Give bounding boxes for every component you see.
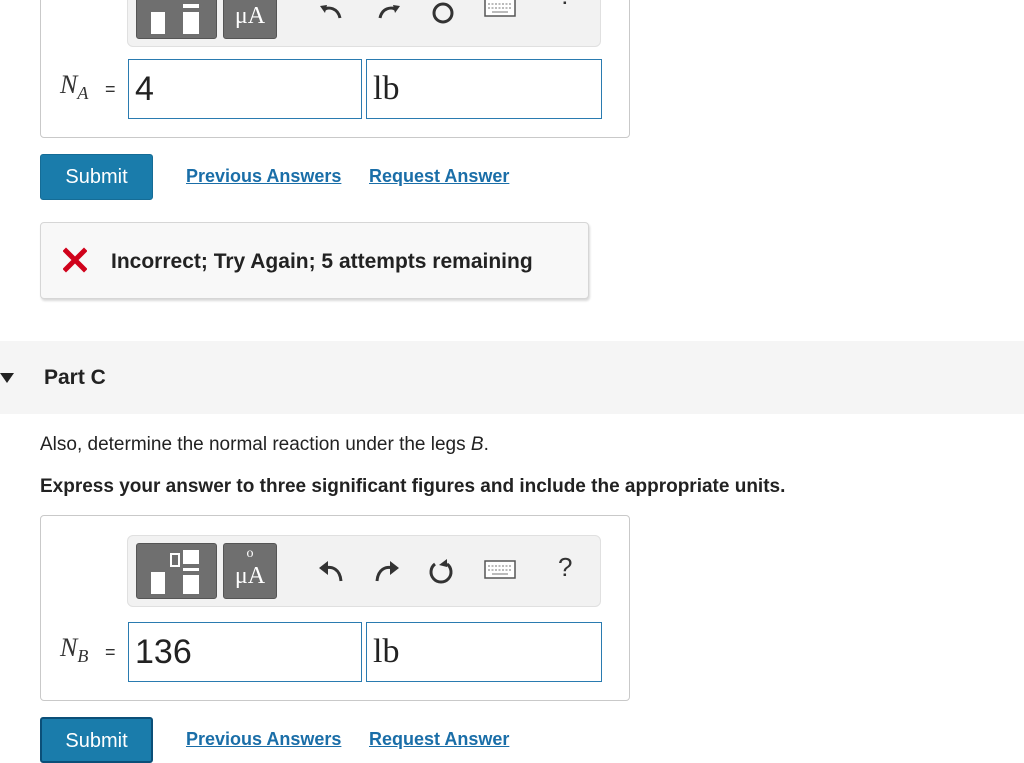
part-c-title: Part C xyxy=(44,366,106,389)
feedback-panel: Incorrect; Try Again; 5 attempts remaini… xyxy=(40,222,589,299)
templates-button[interactable] xyxy=(136,0,217,39)
part-c-header[interactable]: Part C xyxy=(0,341,1024,414)
question-text: Also, determine the normal reaction unde… xyxy=(40,434,489,455)
template-icon xyxy=(151,4,199,34)
previous-answers-link[interactable]: Previous Answers xyxy=(186,166,341,187)
incorrect-x-icon xyxy=(63,247,87,273)
undo-icon[interactable] xyxy=(316,0,346,28)
keyboard-icon[interactable] xyxy=(484,558,516,582)
reset-icon[interactable] xyxy=(428,0,458,28)
templates-button[interactable] xyxy=(136,543,217,599)
value-input-na[interactable]: 4 xyxy=(128,59,362,119)
redo-icon[interactable] xyxy=(374,0,404,28)
value-input-nb[interactable]: 136 xyxy=(128,622,362,682)
unit-input-nb[interactable]: lb xyxy=(366,622,602,682)
equals-sign: = xyxy=(105,642,116,662)
answer-label-na: NA xyxy=(60,70,89,104)
reset-icon[interactable] xyxy=(426,556,456,586)
math-toolbar: o μA ? xyxy=(127,535,601,607)
previous-answers-link[interactable]: Previous Answers xyxy=(186,729,341,750)
math-toolbar: μA ? xyxy=(127,0,601,47)
help-icon[interactable]: ? xyxy=(558,0,572,11)
unit-input-na[interactable]: lb xyxy=(366,59,602,119)
equals-sign: = xyxy=(105,79,116,99)
keyboard-icon[interactable] xyxy=(484,0,516,20)
help-icon[interactable]: ? xyxy=(558,552,572,583)
request-answer-link[interactable]: Request Answer xyxy=(369,166,509,187)
instruction-text: Express your answer to three significant… xyxy=(40,476,786,497)
request-answer-link[interactable]: Request Answer xyxy=(369,729,509,750)
submit-button[interactable]: Submit xyxy=(40,154,153,200)
submit-button[interactable]: Submit xyxy=(40,717,153,763)
template-icon xyxy=(151,550,199,594)
units-button[interactable]: μA xyxy=(223,0,277,39)
answer-label-nb: NB xyxy=(60,633,89,667)
feedback-message: Incorrect; Try Again; 5 attempts remaini… xyxy=(111,250,533,273)
redo-icon[interactable] xyxy=(372,556,402,586)
undo-icon[interactable] xyxy=(316,556,346,586)
collapse-caret-icon[interactable] xyxy=(0,373,14,383)
units-button[interactable]: o μA xyxy=(223,543,277,599)
